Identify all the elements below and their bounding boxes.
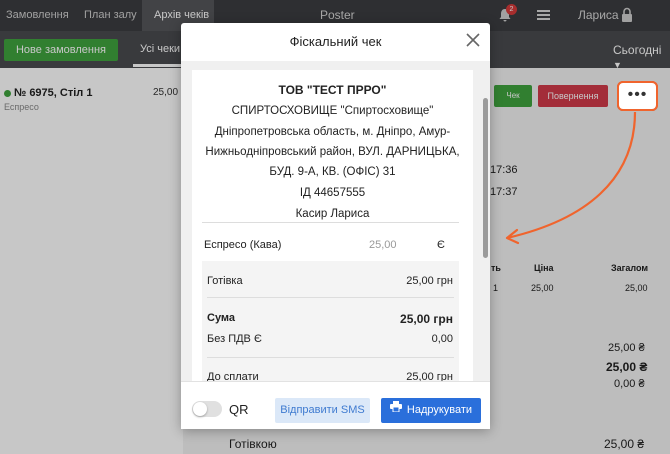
- totals-divider: [207, 357, 454, 358]
- to-pay-value: 25,00 грн: [406, 371, 453, 381]
- receipt: ТОВ "ТЕСТ ПРРО" СПИРТОСХОВИЩЕ "Спиртосхо…: [192, 70, 473, 381]
- scrollbar[interactable]: [483, 98, 488, 258]
- print-button[interactable]: Надрукувати: [381, 398, 481, 423]
- vat-value: 0,00: [431, 333, 453, 345]
- print-button-label: Надрукувати: [406, 404, 473, 416]
- sum-value: 25,00 грн: [400, 312, 453, 326]
- annotation-arrow-icon: [505, 111, 637, 245]
- receipt-cashier: Касир Лариса: [295, 208, 370, 220]
- sum-label: Сума: [207, 312, 236, 324]
- item-tax-code: Є: [437, 239, 445, 251]
- dialog-footer: QR Відправити SMS Надрукувати: [181, 381, 490, 429]
- receipt-totals: Готівка 25,00 грн Сума 25,00 грн Без ПДВ…: [202, 261, 459, 381]
- qr-toggle[interactable]: [192, 401, 222, 417]
- receipt-address-2: Нижньодніпровський район, ВУЛ. ДАРНИЦЬКА…: [205, 146, 460, 158]
- send-sms-button[interactable]: Відправити SMS: [275, 398, 370, 423]
- payment-cash-label: Готівка: [207, 275, 243, 287]
- dialog-title: Фіскальний чек: [289, 34, 382, 49]
- close-icon[interactable]: [466, 33, 480, 47]
- more-options-highlight[interactable]: •••: [617, 81, 658, 111]
- receipt-id: ІД 44657555: [299, 187, 366, 199]
- qr-label: QR: [229, 402, 249, 417]
- item-name: Еспресо (Кава): [204, 239, 282, 251]
- receipt-company: ТОВ "ТЕСТ ПРРО": [278, 83, 387, 97]
- fiscal-receipt-dialog: Фіскальний чек ТОВ "ТЕСТ ПРРО" СПИРТОСХО…: [181, 23, 490, 429]
- receipt-divider: [202, 222, 459, 223]
- vat-label: Без ПДВ Є: [207, 333, 262, 345]
- payment-cash-value: 25,00 грн: [406, 275, 453, 287]
- item-price: 25,00: [369, 239, 397, 251]
- to-pay-label: До сплати: [207, 371, 259, 381]
- receipt-store: СПИРТОСХОВИЩЕ "Спиртосховище": [231, 105, 434, 117]
- dialog-body[interactable]: ТОВ "ТЕСТ ПРРО" СПИРТОСХОВИЩЕ "Спиртосхо…: [181, 61, 490, 381]
- printer-icon: [389, 397, 402, 422]
- receipt-address-1: Дніпропетровська область, м. Дніпро, Аму…: [214, 126, 451, 138]
- receipt-address-3: БУД. 9-А, КВ. (ОФІС) 31: [269, 166, 396, 178]
- totals-divider: [207, 297, 454, 298]
